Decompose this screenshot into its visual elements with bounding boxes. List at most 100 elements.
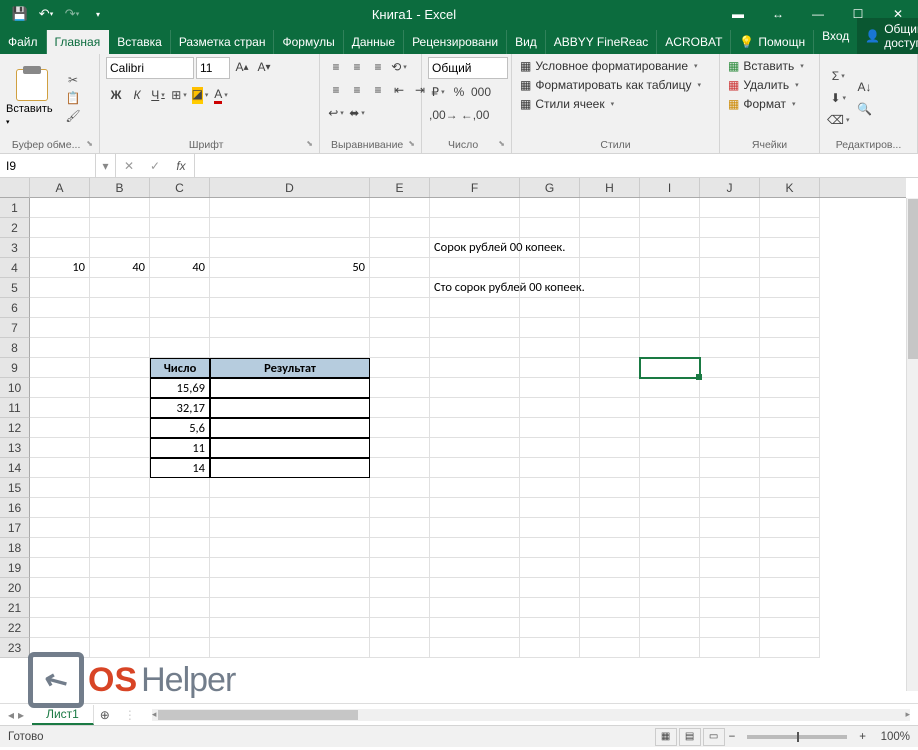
cell-E9[interactable] [370,358,430,378]
cell-J5[interactable] [700,278,760,298]
cell-G22[interactable] [520,618,580,638]
paste-button[interactable]: Вставить ▾ [6,57,58,138]
cell-D1[interactable] [210,198,370,218]
cell-A14[interactable] [30,458,90,478]
cell-G10[interactable] [520,378,580,398]
vertical-scrollbar[interactable] [906,198,918,691]
cell-G2[interactable] [520,218,580,238]
cell-I11[interactable] [640,398,700,418]
cell-G19[interactable] [520,558,580,578]
cell-G14[interactable] [520,458,580,478]
row-header-5[interactable]: 5 [0,278,30,298]
cell-E3[interactable] [370,238,430,258]
cell-H4[interactable] [580,258,640,278]
cell-K10[interactable] [760,378,820,398]
cell-I9[interactable] [640,358,700,378]
cell-E16[interactable] [370,498,430,518]
cell-K23[interactable] [760,638,820,658]
align-center-icon[interactable]: ≡ [347,80,367,100]
cell-K18[interactable] [760,538,820,558]
cell-B16[interactable] [90,498,150,518]
cell-B23[interactable] [90,638,150,658]
row-header-2[interactable]: 2 [0,218,30,238]
format-cells-button[interactable]: ▦Формат [726,95,813,113]
cell-B2[interactable] [90,218,150,238]
align-bottom-icon[interactable]: ≡ [368,57,388,77]
fx-icon[interactable]: fx [168,159,194,173]
cell-A22[interactable] [30,618,90,638]
cell-F6[interactable] [430,298,520,318]
cell-J22[interactable] [700,618,760,638]
cell-E21[interactable] [370,598,430,618]
cell-D8[interactable] [210,338,370,358]
align-right-icon[interactable]: ≡ [368,80,388,100]
cell-C18[interactable] [150,538,210,558]
cell-C22[interactable] [150,618,210,638]
cell-D5[interactable] [210,278,370,298]
cell-A9[interactable] [30,358,90,378]
cell-H21[interactable] [580,598,640,618]
cell-I10[interactable] [640,378,700,398]
tab-review[interactable]: Рецензировани [404,30,507,54]
horizontal-scrollbar[interactable]: ◂ ▸ [152,709,910,721]
row-header-11[interactable]: 11 [0,398,30,418]
cell-G15[interactable] [520,478,580,498]
cell-J18[interactable] [700,538,760,558]
column-header-B[interactable]: B [90,178,150,197]
cell-F2[interactable] [430,218,520,238]
cell-I4[interactable] [640,258,700,278]
cell-styles-button[interactable]: ▦Стили ячеек [518,95,713,113]
cell-C4[interactable]: 40 [150,258,210,278]
share-button[interactable]: 👤Общий доступ [857,18,918,54]
cell-D10[interactable] [210,378,370,398]
cell-B13[interactable] [90,438,150,458]
cell-K20[interactable] [760,578,820,598]
orientation-icon[interactable]: ⟲ [389,57,409,77]
cell-B17[interactable] [90,518,150,538]
cell-B6[interactable] [90,298,150,318]
page-break-view-icon[interactable]: ▭ [703,728,725,746]
cell-H2[interactable] [580,218,640,238]
cell-C16[interactable] [150,498,210,518]
row-header-8[interactable]: 8 [0,338,30,358]
insert-cells-button[interactable]: ▦Вставить [726,57,813,75]
cell-I16[interactable] [640,498,700,518]
cell-E2[interactable] [370,218,430,238]
cell-J4[interactable] [700,258,760,278]
cell-D6[interactable] [210,298,370,318]
cell-E14[interactable] [370,458,430,478]
cell-C17[interactable] [150,518,210,538]
cell-A11[interactable] [30,398,90,418]
cell-A2[interactable] [30,218,90,238]
select-all-corner[interactable] [0,178,30,198]
cell-F18[interactable] [430,538,520,558]
cell-J10[interactable] [700,378,760,398]
tab-view[interactable]: Вид [507,30,546,54]
decrease-font-icon[interactable]: A▾ [254,57,274,77]
cell-H3[interactable] [580,238,640,258]
name-box[interactable]: I9 [0,154,96,177]
cell-B18[interactable] [90,538,150,558]
tab-home[interactable]: Главная [47,30,110,54]
cell-F3[interactable]: Сорок рублей 00 копеек. [430,238,520,258]
cell-H20[interactable] [580,578,640,598]
cell-D12[interactable] [210,418,370,438]
cell-F1[interactable] [430,198,520,218]
column-header-K[interactable]: K [760,178,820,197]
underline-button[interactable]: Ч [148,85,168,105]
tell-me[interactable]: 💡Помощн [731,30,814,54]
align-left-icon[interactable]: ≡ [326,80,346,100]
cell-A7[interactable] [30,318,90,338]
delete-cells-button[interactable]: ▦Удалить [726,76,813,94]
cell-B15[interactable] [90,478,150,498]
increase-font-icon[interactable]: A▴ [232,57,252,77]
row-header-20[interactable]: 20 [0,578,30,598]
fill-color-button[interactable]: ◪ [190,85,210,105]
cell-K2[interactable] [760,218,820,238]
row-header-13[interactable]: 13 [0,438,30,458]
sheet-nav-last-icon[interactable]: ▸ [18,708,24,722]
cell-F8[interactable] [430,338,520,358]
cell-H22[interactable] [580,618,640,638]
cell-K6[interactable] [760,298,820,318]
cell-G1[interactable] [520,198,580,218]
